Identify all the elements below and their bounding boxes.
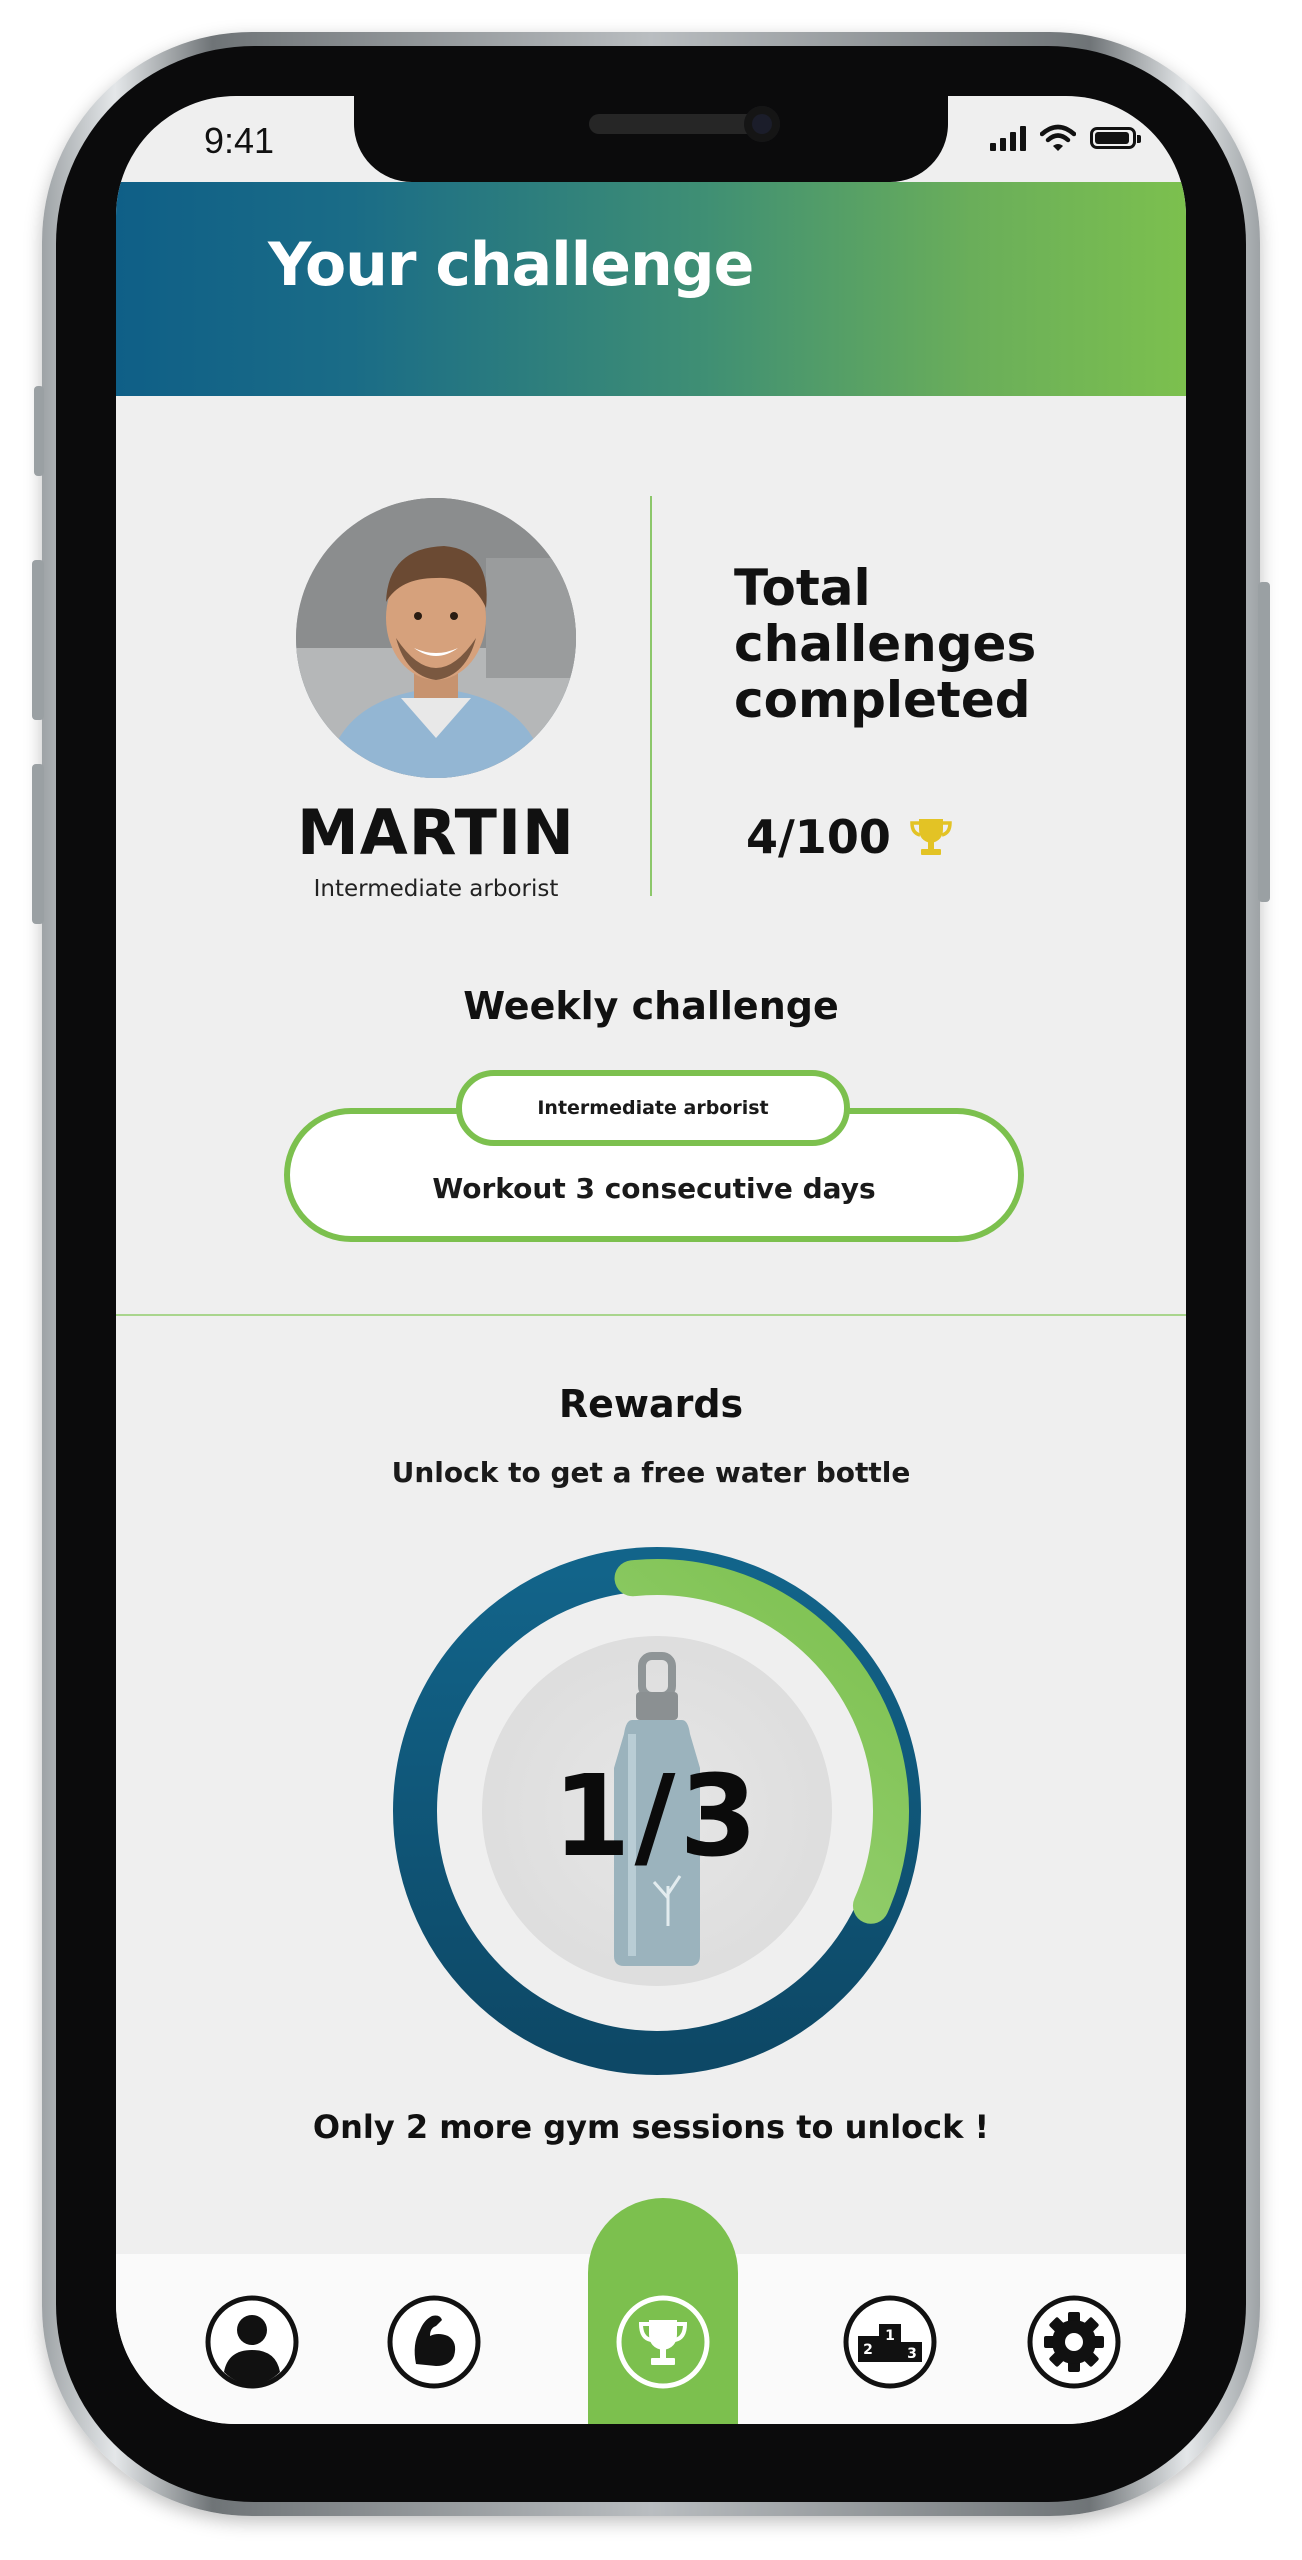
weekly-challenge-task: Workout 3 consecutive days: [432, 1172, 876, 1205]
avatar[interactable]: [296, 498, 576, 778]
total-title-line-2: challenges: [734, 615, 1037, 673]
svg-text:3: 3: [907, 2346, 917, 2362]
signal-icon: [990, 125, 1026, 151]
rewards-subtitle: Unlock to get a free water bottle: [391, 1456, 911, 1489]
volume-down-button: [32, 764, 44, 924]
muscle-icon: [387, 2295, 481, 2389]
unlock-message: Only 2 more gym sessions to unlock !: [312, 2108, 990, 2146]
profile-role: Intermediate arborist: [313, 876, 559, 902]
total-title-line-1: Total: [734, 559, 871, 617]
reward-progress-value: 1/3: [552, 1752, 762, 1882]
status-time: 9:41: [204, 120, 275, 161]
challenge-level-badge: Intermediate arborist: [456, 1070, 850, 1146]
section-divider: [116, 1314, 1186, 1316]
nav-settings-button[interactable]: [1026, 2294, 1122, 2390]
power-button: [1258, 582, 1270, 902]
front-camera: [744, 106, 780, 142]
trophy-icon: [910, 819, 952, 855]
battery-icon: [1090, 127, 1141, 149]
svg-text:1: 1: [885, 2328, 895, 2344]
weekly-challenge-title: Weekly challenge: [463, 984, 839, 1028]
header-banner: Your challenge: [116, 182, 1186, 396]
trophy-icon: [616, 2295, 710, 2389]
nav-challenges-button[interactable]: [615, 2294, 711, 2390]
total-challenges-label: Total challenges completed: [734, 560, 1114, 728]
nav-leaderboard-button[interactable]: 1 2 3: [842, 2294, 938, 2390]
rewards-title: Rewards: [558, 1382, 744, 1426]
leaderboard-icon: 1 2 3: [843, 2295, 937, 2389]
nav-workout-button[interactable]: [386, 2294, 482, 2390]
profile-icon: [205, 2295, 299, 2389]
screen: 9:41 Your challenge MARTIN Intermediate …: [116, 96, 1186, 2424]
nav-profile-button[interactable]: [204, 2294, 300, 2390]
gear-icon: [1027, 2295, 1121, 2389]
total-challenges-count: 4/100: [746, 810, 953, 864]
total-title-line-3: completed: [734, 671, 1031, 729]
notch: [354, 96, 948, 182]
challenge-count-value: 4/100: [746, 810, 891, 864]
volume-up-button: [32, 560, 44, 720]
wifi-icon: [1040, 124, 1076, 151]
avatar-photo: [296, 498, 576, 778]
vertical-divider: [650, 496, 652, 896]
speaker-grille: [589, 114, 757, 134]
profile-name: MARTIN: [297, 796, 575, 869]
status-icons: [990, 124, 1141, 152]
page-title: Your challenge: [268, 230, 754, 300]
mute-switch: [34, 386, 44, 476]
svg-text:2: 2: [863, 2342, 873, 2358]
